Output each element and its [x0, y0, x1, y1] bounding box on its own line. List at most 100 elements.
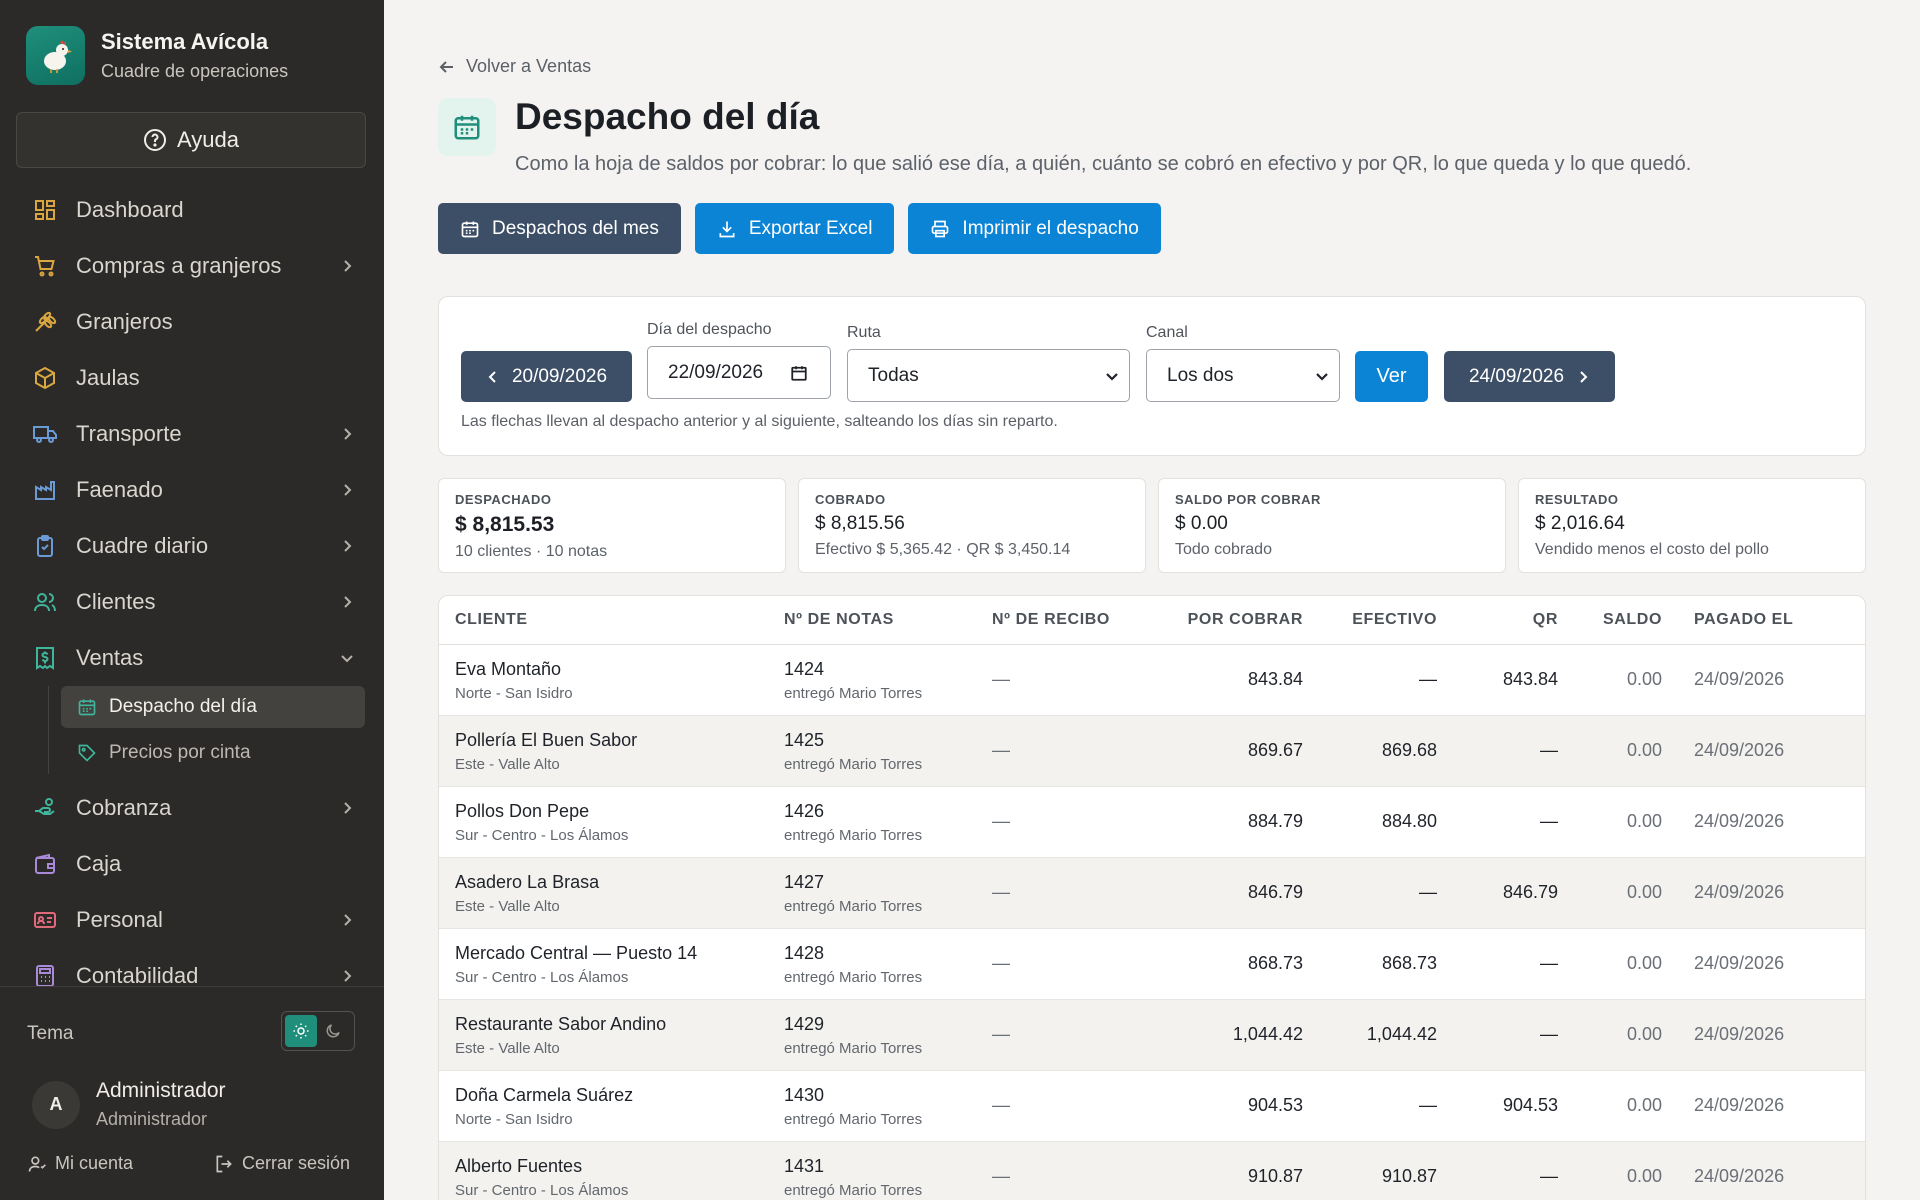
- client-name[interactable]: Asadero La Brasa: [455, 872, 599, 893]
- client-name[interactable]: Alberto Fuentes: [455, 1156, 628, 1177]
- chevron-right-icon: [344, 802, 352, 814]
- view-button[interactable]: Ver: [1355, 351, 1428, 402]
- page-description: Como la hoja de saldos por cobrar: lo qu…: [515, 153, 1692, 175]
- table-row[interactable]: Eva Montaño Norte - San Isidro 1424 entregó…: [439, 645, 1865, 716]
- nav-faenado[interactable]: Faenado: [0, 462, 384, 518]
- nav-compras[interactable]: Compras a granjeros: [0, 238, 384, 294]
- calendar-picker-icon[interactable]: [790, 364, 808, 382]
- factory-icon: [32, 477, 58, 503]
- client-name[interactable]: Doña Carmela Suárez: [455, 1085, 633, 1106]
- route-select[interactable]: Todas: [847, 349, 1130, 402]
- logout-link[interactable]: Cerrar sesión: [214, 1153, 350, 1174]
- table-row[interactable]: Pollos Don Pepe Sur - Centro - Los Álamos…: [439, 787, 1865, 858]
- table-row[interactable]: Restaurante Sabor Andino Este - Valle Alt…: [439, 1000, 1865, 1071]
- monthly-dispatches-button[interactable]: Despachos del mes: [438, 203, 681, 254]
- client-cell: Eva Montaño Norte - San Isidro: [455, 645, 573, 702]
- moon-icon[interactable]: [317, 1015, 349, 1047]
- note-number[interactable]: 1427: [784, 872, 922, 893]
- my-account-link[interactable]: Mi cuenta: [27, 1153, 133, 1174]
- theme-toggle[interactable]: [281, 1011, 355, 1051]
- delivered-by: entregó Mario Torres: [784, 898, 923, 915]
- nav-cobranza[interactable]: Cobranza: [0, 780, 384, 836]
- back-link[interactable]: Volver a Ventas: [438, 56, 591, 77]
- nav-clientes-label: Clientes: [76, 589, 156, 614]
- delivered-by: entregó Mario Torres: [784, 1111, 923, 1128]
- table-row[interactable]: Doña Carmela Suárez Norte - San Isidro 143…: [439, 1071, 1865, 1142]
- subnav-despacho-label: Despacho del día: [109, 696, 257, 717]
- user-profile[interactable]: A Administrador Administrador: [32, 1079, 226, 1130]
- client-name[interactable]: Pollería El Buen Sabor: [455, 730, 637, 751]
- col-saldo[interactable]: SALDO: [1603, 611, 1662, 629]
- note-number[interactable]: 1425: [784, 730, 922, 751]
- subnav-despacho[interactable]: Despacho del día: [61, 686, 365, 728]
- note-number[interactable]: 1429: [784, 1014, 922, 1035]
- table-row[interactable]: Mercado Central — Puesto 14 Sur - Centro …: [439, 929, 1865, 1000]
- note-number[interactable]: 1431: [784, 1156, 922, 1177]
- balance-amount: 0.00: [1626, 953, 1662, 973]
- client-zone: Sur - Centro - Los Álamos: [455, 969, 629, 986]
- nav-caja[interactable]: Caja: [0, 836, 384, 892]
- client-name[interactable]: Mercado Central — Puesto 14: [455, 943, 697, 964]
- chevron-right-icon: [344, 484, 352, 496]
- col-efectivo[interactable]: EFECTIVO: [1352, 611, 1437, 629]
- chevron-down-icon: [1316, 372, 1328, 381]
- next-dispatch-button[interactable]: 24/09/2026: [1444, 351, 1615, 402]
- client-zone: Norte - San Isidro: [455, 1111, 573, 1128]
- summary-value: $ 2,016.64: [1535, 513, 1625, 534]
- col-recibo[interactable]: Nº DE RECIBO: [992, 611, 1110, 629]
- print-dispatch-button[interactable]: Imprimir el despacho: [908, 203, 1161, 254]
- subnav-precios[interactable]: Precios por cinta: [61, 732, 365, 774]
- channel-select[interactable]: Los dos: [1146, 349, 1340, 402]
- note-number[interactable]: 1430: [784, 1085, 922, 1106]
- nav-granjeros[interactable]: Granjeros: [0, 294, 384, 350]
- nav-cuadre-label: Cuadre diario: [76, 533, 209, 558]
- client-name[interactable]: Eva Montaño: [455, 659, 573, 680]
- route-label: Ruta: [847, 324, 881, 341]
- table-row[interactable]: Pollería El Buen Sabor Este - Valle Alto 1…: [439, 716, 1865, 787]
- nav-ventas[interactable]: Ventas: [0, 630, 384, 686]
- amount-due: 910.87: [1247, 1166, 1303, 1186]
- nav-faenado-label: Faenado: [76, 477, 163, 502]
- export-excel-button[interactable]: Exportar Excel: [694, 203, 895, 254]
- previous-dispatch-button[interactable]: 20/09/2026: [461, 351, 632, 402]
- client-zone: Sur - Centro - Los Álamos: [455, 827, 629, 844]
- brand[interactable]: Sistema Avícola Cuadre de operaciones: [26, 26, 288, 85]
- sun-icon[interactable]: [285, 1015, 317, 1047]
- col-cliente[interactable]: CLIENTE: [455, 611, 528, 629]
- balance-amount: 0.00: [1626, 740, 1662, 760]
- nav-ventas-label: Ventas: [76, 645, 144, 670]
- nav-personal[interactable]: Personal: [0, 892, 384, 948]
- client-name[interactable]: Restaurante Sabor Andino: [455, 1014, 666, 1035]
- summary-sub: Todo cobrado: [1175, 541, 1272, 558]
- help-button[interactable]: Ayuda: [16, 112, 366, 168]
- table-row[interactable]: Alberto Fuentes Sur - Centro - Los Álamos…: [439, 1142, 1865, 1200]
- chevron-right-icon: [1580, 370, 1588, 383]
- col-qr[interactable]: QR: [1533, 611, 1558, 629]
- table-body: Eva Montaño Norte - San Isidro 1424 entregó…: [439, 645, 1865, 1200]
- nav-granjeros-label: Granjeros: [76, 309, 173, 334]
- channel-value: Los dos: [1167, 364, 1234, 386]
- col-pagado[interactable]: PAGADO EL: [1694, 611, 1793, 629]
- filters-panel: 20/09/2026 Día del despacho 22/09/2026 R…: [438, 296, 1866, 456]
- client-cell: Doña Carmela Suárez Norte - San Isidro: [455, 1071, 633, 1128]
- help-circle-icon: [144, 129, 166, 151]
- note-cell: 1425 entregó Mario Torres: [784, 716, 922, 773]
- nav-clientes[interactable]: Clientes: [0, 574, 384, 630]
- table-row[interactable]: Asadero La Brasa Este - Valle Alto 1427 ent…: [439, 858, 1865, 929]
- note-number[interactable]: 1426: [784, 801, 922, 822]
- balance-amount: 0.00: [1626, 1024, 1662, 1044]
- dispatch-table: CLIENTE Nº DE NOTAS Nº DE RECIBO POR COB…: [438, 595, 1866, 1200]
- note-number[interactable]: 1424: [784, 659, 922, 680]
- nav-cuadre[interactable]: Cuadre diario: [0, 518, 384, 574]
- day-date-input[interactable]: 22/09/2026: [647, 346, 831, 399]
- col-notas[interactable]: Nº DE NOTAS: [784, 611, 894, 629]
- nav-transporte[interactable]: Transporte: [0, 406, 384, 462]
- client-name[interactable]: Pollos Don Pepe: [455, 801, 628, 822]
- nav-jaulas[interactable]: Jaulas: [0, 350, 384, 406]
- note-number[interactable]: 1428: [784, 943, 922, 964]
- client-zone: Sur - Centro - Los Álamos: [455, 1182, 629, 1199]
- col-por-cobrar[interactable]: POR COBRAR: [1188, 611, 1303, 629]
- nav-caja-label: Caja: [76, 851, 122, 876]
- nav-dashboard[interactable]: Dashboard: [0, 182, 384, 238]
- note-cell: 1426 entregó Mario Torres: [784, 787, 922, 844]
